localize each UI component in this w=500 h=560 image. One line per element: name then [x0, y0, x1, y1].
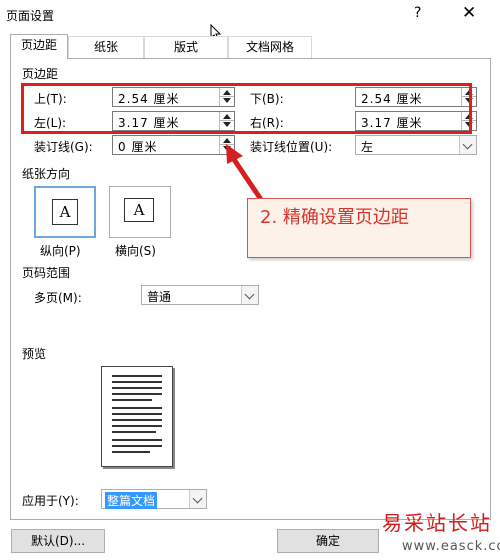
gutter-position-value: 左: [361, 140, 374, 154]
gutter-position-label: 装订线位置(U):: [250, 140, 333, 154]
watermark-url: www.easck.com: [402, 539, 500, 554]
gutter-stepper[interactable]: [219, 136, 234, 154]
gutter-position-select[interactable]: 左: [355, 135, 477, 155]
page-preview: [101, 366, 173, 467]
landscape-button[interactable]: A: [109, 186, 171, 238]
multiple-pages-value: 普通: [147, 290, 172, 304]
up-arrow-icon[interactable]: [223, 138, 231, 143]
down-arrow-icon[interactable]: [223, 146, 231, 151]
site-watermark: 易采站长站 www.easck.com: [358, 505, 500, 560]
gutter-spinner[interactable]: 0 厘米: [112, 135, 235, 155]
landscape-label[interactable]: 横向(S): [115, 242, 156, 259]
annotation-callout: 2. 精确设置页边距: [247, 198, 471, 258]
apply-to-select[interactable]: 整篇文档: [101, 489, 207, 509]
apply-to-label: 应用于(Y):: [22, 494, 79, 508]
portrait-button[interactable]: A: [34, 186, 96, 238]
window-title: 页面设置: [6, 9, 55, 23]
portrait-label[interactable]: 纵向(P): [40, 242, 81, 259]
gutter-label: 装订线(G):: [34, 140, 93, 154]
default-button[interactable]: 默认(D)...: [11, 529, 105, 553]
preview-section-label: 预览: [22, 347, 47, 361]
chevron-down-icon[interactable]: [189, 490, 206, 508]
watermark-text: 易采站长站: [382, 511, 492, 535]
chevron-down-icon[interactable]: [241, 286, 258, 304]
annotation-highlight-box: [21, 83, 472, 134]
chevron-down-icon[interactable]: [459, 136, 476, 154]
orientation-section-label: 纸张方向: [22, 167, 71, 181]
apply-to-value: 整篇文档: [105, 492, 158, 509]
multiple-pages-label: 多页(M):: [34, 291, 82, 305]
annotation-text: 2. 精确设置页边距: [260, 207, 409, 228]
landscape-page-icon: A: [124, 198, 154, 222]
tab-layout[interactable]: 版式: [144, 36, 228, 58]
multiple-pages-select[interactable]: 普通: [141, 285, 259, 305]
tab-paper[interactable]: 纸张: [68, 36, 144, 58]
close-button[interactable]: ✕: [462, 3, 476, 23]
portrait-page-icon: A: [52, 199, 78, 225]
title-bar: 页面设置 ? ✕: [0, 0, 500, 30]
pages-section-label: 页码范围: [22, 266, 71, 280]
margins-section-label: 页边距: [22, 67, 59, 81]
help-button[interactable]: ?: [414, 5, 421, 21]
tab-margins[interactable]: 页边距: [10, 34, 68, 59]
gutter-value: 0 厘米: [118, 140, 158, 154]
tab-doc-grid[interactable]: 文档网格: [228, 36, 312, 58]
